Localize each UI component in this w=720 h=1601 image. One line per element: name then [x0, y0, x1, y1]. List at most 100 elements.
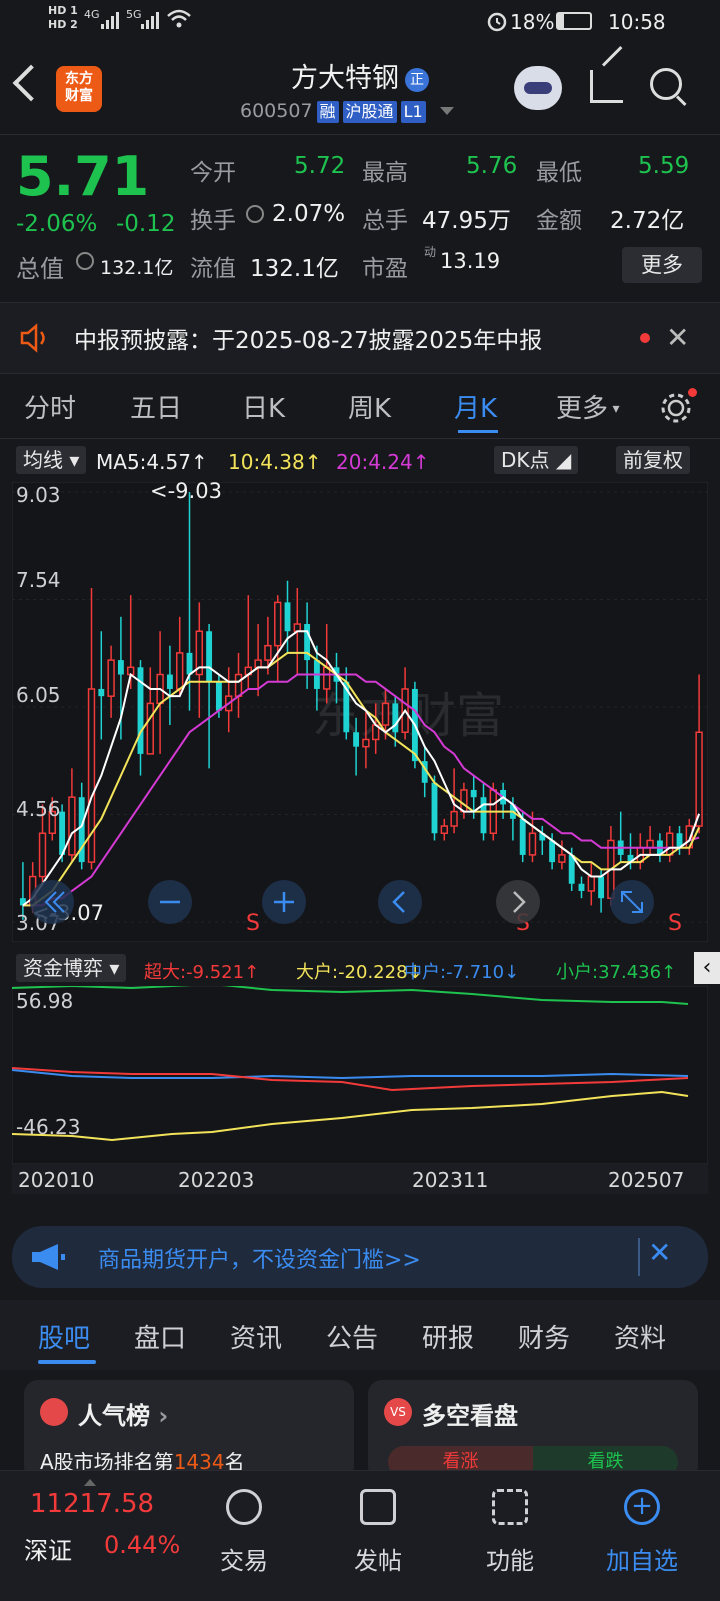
candle-body: [264, 644, 272, 661]
candle-body: [323, 666, 331, 690]
pe-label: 市盈: [362, 256, 408, 282]
tab-weekly-k[interactable]: 周K: [348, 388, 391, 425]
more-button[interactable]: 更多: [622, 247, 702, 283]
candle-body: [146, 702, 154, 755]
nav-add-watchlist[interactable]: 加自选: [582, 1541, 702, 1576]
small-flow: 小户:37.436↑: [556, 962, 677, 983]
index-percent[interactable]: 0.44%: [104, 1531, 180, 1559]
period-tabs: 分时 五日 日K 周K 月K 更多 ▾: [0, 378, 720, 439]
float-value: 132.1亿: [250, 256, 339, 282]
low-value: 5.59: [638, 153, 690, 179]
tab-five-day[interactable]: 五日: [130, 388, 182, 425]
x-tick-3: 202311: [412, 1168, 489, 1192]
scroll-left-button[interactable]: [378, 880, 422, 924]
candle-body: [381, 702, 390, 726]
share-icon[interactable]: [590, 70, 623, 103]
candle-body: [528, 832, 537, 856]
x-tick-1: 202010: [18, 1168, 95, 1192]
volume-label: 总手: [362, 208, 408, 234]
float-label: 流值: [190, 256, 236, 282]
open-value: 5.72: [294, 153, 346, 179]
tab-news[interactable]: 资讯: [230, 1318, 282, 1355]
turnover-info-icon[interactable]: [246, 205, 264, 223]
info-icon[interactable]: [76, 252, 94, 270]
quote-panel: 5.71 -2.06% -0.12 总值 132.1亿 今开 5.72 最高 5…: [0, 134, 720, 295]
assistant-robot-icon[interactable]: [514, 66, 562, 110]
candle-body: [186, 652, 193, 675]
tab-intraday[interactable]: 分时: [24, 388, 76, 425]
nav-post[interactable]: 发帖: [318, 1541, 438, 1576]
capital-legend-row: 资金博弈 ▾ 超大:-9.521↑ 大户:-20.228↓ 中户:-7.710↓…: [0, 950, 720, 986]
candle-body: [440, 825, 448, 835]
fullscreen-button[interactable]: [610, 880, 654, 924]
expand-up-icon[interactable]: [84, 1479, 96, 1486]
tab-more[interactable]: 更多 ▾: [556, 388, 620, 425]
dk-point-selector[interactable]: DK点 ◢: [494, 446, 579, 474]
close-icon[interactable]: ✕: [666, 321, 689, 354]
functions-grid-icon[interactable]: [492, 1489, 528, 1525]
tab-forum[interactable]: 股吧: [38, 1318, 90, 1355]
index-value[interactable]: 11217.58: [30, 1489, 154, 1519]
amount-label: 金额: [536, 208, 582, 234]
candle-body: [587, 875, 595, 892]
collapse-panel-button[interactable]: ‹: [694, 952, 720, 984]
x-tick-4: 202507: [608, 1168, 685, 1192]
popularity-card[interactable]: 人气榜 › A股市场排名第1434名: [24, 1380, 354, 1480]
tab-monthly-k[interactable]: 月K: [454, 388, 497, 425]
bull-bear-title: 多空看盘: [422, 1402, 518, 1430]
cap-y-top: 56.98: [16, 989, 73, 1013]
tab-finance[interactable]: 财务: [518, 1318, 570, 1355]
turnover-value: 2.07%: [272, 201, 346, 227]
stock-code-row[interactable]: 600507 融沪股通 L1: [240, 100, 454, 123]
candle-body: [274, 601, 282, 647]
ma-legend-row: 均线 ▾ MA5:4.57↑ 10:4.38↑ 20:4.24↑ DK点 ◢ 前…: [0, 442, 720, 480]
candle-body: [519, 818, 526, 855]
tab-daily-k[interactable]: 日K: [242, 388, 285, 425]
signal-icon: [100, 10, 120, 35]
candle-body: [450, 810, 458, 827]
tag-margin: 融: [316, 101, 339, 123]
max-price-marker: <-9.03: [150, 482, 222, 503]
tab-research[interactable]: 研报: [422, 1318, 474, 1355]
x-axis-labels: 202010 202203 202311 202507: [12, 1164, 708, 1194]
tab-orderbook[interactable]: 盘口: [134, 1318, 186, 1355]
kline-chart[interactable]: 东方财富 9.03 7.54 6.05 4.56 3.07 <-9.03 <-3…: [12, 482, 708, 942]
candle-body: [362, 738, 370, 748]
candle-body: [176, 652, 184, 690]
ma-selector[interactable]: 均线 ▾: [16, 446, 87, 474]
tab-announcements[interactable]: 公告: [326, 1318, 378, 1355]
nav-trade[interactable]: 交易: [184, 1541, 304, 1576]
price-adjust-button[interactable]: 前复权: [616, 446, 690, 474]
candle-body: [558, 854, 566, 863]
tab-profile[interactable]: 资料: [614, 1318, 666, 1355]
zoom-in-button[interactable]: [262, 880, 306, 924]
index-name[interactable]: 深证: [24, 1531, 72, 1566]
market-cap: 132.1亿: [100, 257, 174, 279]
nav-functions[interactable]: 功能: [450, 1541, 570, 1576]
capital-selector[interactable]: 资金博弈 ▾: [16, 954, 127, 982]
capital-flow-chart[interactable]: 56.98 -46.23: [12, 986, 708, 1164]
y-tick-2: 7.54: [16, 568, 61, 592]
scroll-right-button[interactable]: [496, 880, 540, 924]
ad-banner[interactable]: 商品期货开户，不设资金门槛>> ✕: [12, 1226, 708, 1288]
cap-y-bottom: -46.23: [16, 1115, 80, 1139]
battery-percent: 18%: [510, 10, 555, 34]
ranking-icon: [40, 1398, 68, 1426]
signal-icon-2: [140, 10, 160, 35]
zoom-out-button[interactable]: [148, 880, 192, 924]
bull-bear-card[interactable]: VS 多空看盘 看涨 看跌: [368, 1380, 698, 1480]
collapse-left-button[interactable]: [30, 880, 74, 924]
post-icon[interactable]: [360, 1489, 396, 1525]
settings-gear-icon[interactable]: [658, 388, 697, 430]
megaphone-icon: [30, 1242, 66, 1276]
notice-bar[interactable]: 中报预披露：于2025-08-27披露2025年中报 ✕: [0, 302, 720, 374]
ad-close-icon[interactable]: ✕: [648, 1236, 671, 1269]
battery-icon: [556, 12, 592, 30]
current-price: 5.71: [16, 145, 150, 208]
candle-body: [206, 631, 213, 682]
search-icon[interactable]: [650, 68, 682, 100]
trade-icon[interactable]: [226, 1489, 262, 1525]
ad-divider: [638, 1238, 640, 1276]
add-watchlist-icon[interactable]: +: [624, 1489, 660, 1525]
ma5-value: MA5:4.57↑: [96, 450, 208, 474]
